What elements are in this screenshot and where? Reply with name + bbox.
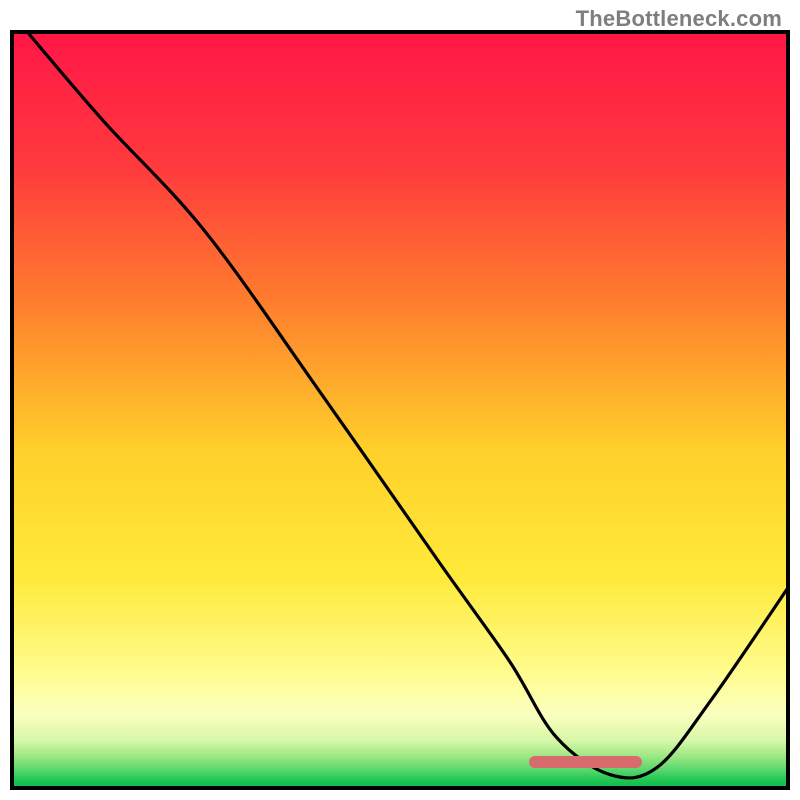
- chart-frame: [10, 30, 790, 790]
- watermark-text: TheBottleneck.com: [576, 6, 782, 32]
- bottleneck-curve: [10, 30, 790, 790]
- optimal-range-marker: [529, 756, 642, 768]
